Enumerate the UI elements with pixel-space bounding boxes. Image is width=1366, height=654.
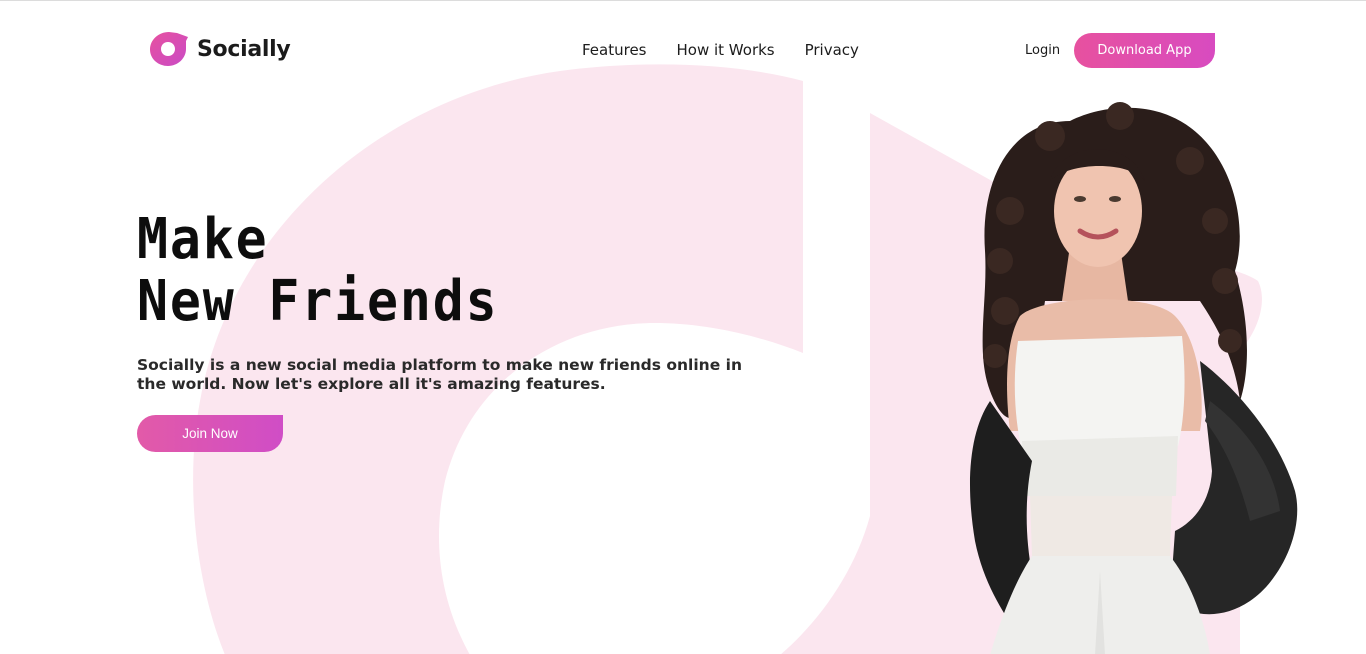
login-link[interactable]: Login [1025,43,1060,58]
site-header: Socially Features How it Works Privacy L… [0,1,1366,99]
main-nav: Features How it Works Privacy [582,41,859,59]
nav-item-privacy[interactable]: Privacy [805,41,859,59]
nav-item-features[interactable]: Features [582,41,647,59]
hero-title-line-1: Make [137,207,269,272]
join-now-button[interactable]: Join Now [137,415,283,452]
hero-description: Socially is a new social media platform … [137,356,742,393]
download-app-button[interactable]: Download App [1074,33,1215,68]
hero-title-line-2: New Friends [137,269,499,334]
hero-title: Make New Friends [137,209,498,333]
brand-name: Socially [197,36,291,62]
brand[interactable]: Socially [149,31,291,67]
nav-item-how-it-works[interactable]: How it Works [677,41,775,59]
hero-person-image [970,102,1298,654]
landing-page: Socially Features How it Works Privacy L… [0,0,1366,654]
socially-logo-icon [150,32,188,66]
